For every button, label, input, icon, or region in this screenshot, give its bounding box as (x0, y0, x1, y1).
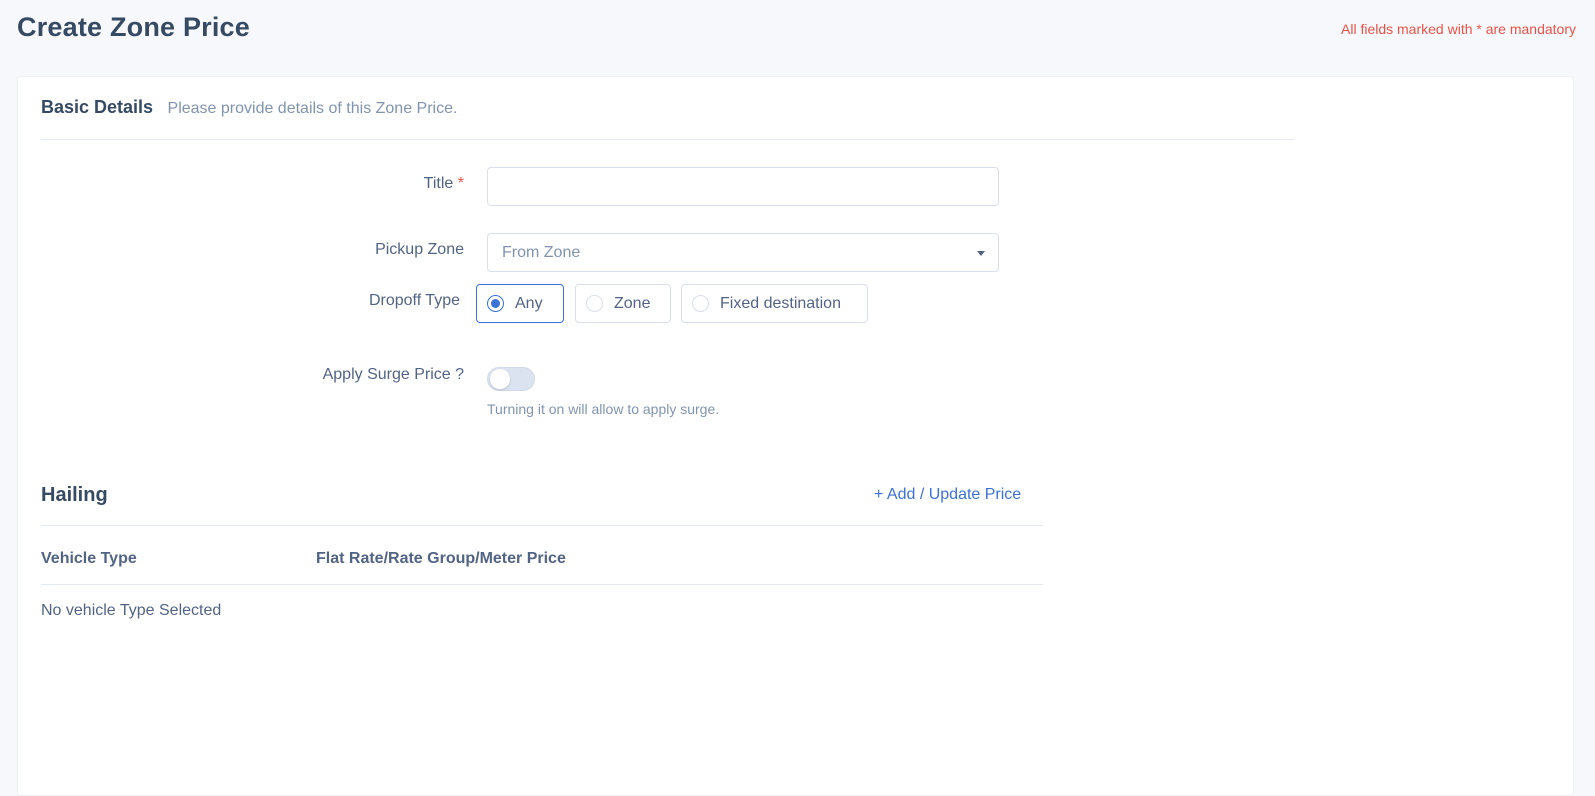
column-header-price: Flat Rate/Rate Group/Meter Price (316, 550, 566, 567)
basic-details-subtitle: Please provide details of this Zone Pric… (167, 100, 458, 117)
pickup-zone-label: Pickup Zone (375, 241, 464, 258)
dropoff-option-label: Any (515, 295, 543, 312)
surge-label: Apply Surge Price ? (322, 366, 464, 383)
radio-checked-icon (487, 295, 504, 312)
dropoff-option-fixed-destination[interactable]: Fixed destination (681, 284, 868, 323)
page-title: Create Zone Price (17, 12, 250, 42)
title-label: Title * (318, 175, 464, 193)
pickup-zone-placeholder: From Zone (502, 244, 581, 261)
radio-unchecked-icon (586, 295, 603, 312)
mandatory-note: All fields marked with * are mandatory (1341, 21, 1576, 37)
surge-toggle[interactable] (487, 367, 535, 391)
toggle-knob (490, 369, 510, 389)
pickup-zone-select[interactable]: From Zone (487, 233, 999, 272)
empty-state-text: No vehicle Type Selected (41, 602, 222, 619)
basic-details-title: Basic Details (41, 97, 154, 117)
title-input[interactable] (487, 167, 999, 206)
dropoff-option-label: Fixed destination (720, 295, 841, 312)
basic-details-header: Basic Details Please provide details of … (41, 97, 1294, 140)
dropoff-type-label: Dropoff Type (368, 292, 460, 309)
required-mark: * (457, 175, 464, 192)
dropoff-option-any[interactable]: Any (476, 284, 564, 323)
dropoff-option-label: Zone (614, 295, 651, 312)
divider (41, 584, 1043, 585)
radio-unchecked-icon (692, 295, 709, 312)
dropoff-option-zone[interactable]: Zone (575, 284, 671, 323)
column-header-vehicle-type: Vehicle Type (41, 550, 137, 567)
surge-hint: Turning it on will allow to apply surge. (487, 401, 720, 417)
form-card: Basic Details Please provide details of … (17, 76, 1574, 796)
title-label-text: Title (423, 175, 454, 192)
caret-down-icon (977, 251, 985, 256)
hailing-title: Hailing (41, 484, 108, 506)
add-update-price-link[interactable]: + Add / Update Price (874, 486, 1021, 504)
divider (41, 525, 1043, 526)
